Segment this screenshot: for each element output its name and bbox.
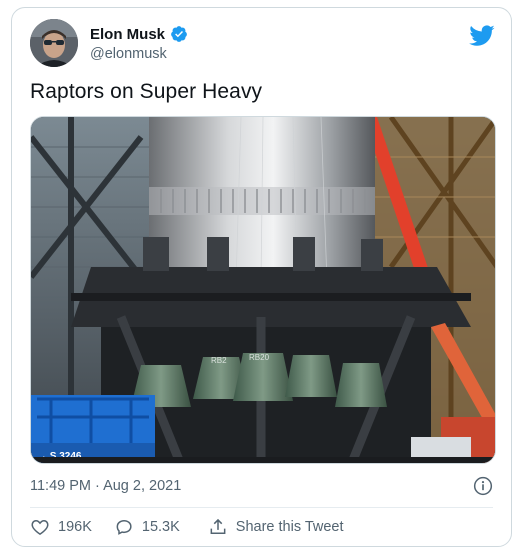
tweet-timestamp[interactable]: 11:49 PM · Aug 2, 2021	[30, 478, 181, 494]
divider	[30, 507, 493, 508]
engine-label: RB2	[211, 356, 227, 365]
info-icon[interactable]	[473, 476, 493, 496]
share-icon	[210, 518, 226, 534]
tweet-card: Elon Musk @elonmusk Raptors on Super Hea…	[11, 7, 512, 547]
heart-icon	[31, 519, 49, 535]
reply-button[interactable]: 15.3K	[114, 517, 180, 537]
like-count: 196K	[58, 519, 92, 535]
tweet-text: Raptors on Super Heavy	[30, 80, 263, 103]
timestamp-row: 11:49 PM · Aug 2, 2021	[30, 475, 493, 497]
engine-label: RB20	[249, 353, 270, 362]
display-name-row: Elon Musk	[90, 25, 188, 43]
reply-bubble-icon	[116, 519, 132, 535]
display-name[interactable]: Elon Musk	[90, 26, 165, 43]
reply-count: 15.3K	[141, 519, 180, 535]
tweet-photo[interactable]: RB2 RB20 → S 3246	[30, 116, 496, 464]
avatar[interactable]	[30, 19, 78, 67]
share-label: Share this Tweet	[235, 519, 344, 535]
author-handle[interactable]: @elonmusk	[90, 46, 188, 62]
tweet-header: Elon Musk @elonmusk	[30, 19, 495, 69]
verified-badge-icon	[171, 26, 187, 42]
share-button[interactable]: Share this Tweet	[208, 517, 344, 537]
like-button[interactable]: 196K	[30, 517, 92, 537]
twitter-bird-icon[interactable]	[469, 25, 495, 47]
tweet-actions: 196K 15.3K Share this Tweet	[30, 514, 366, 540]
author-block: Elon Musk @elonmusk	[90, 25, 188, 62]
rocket-photo: RB2 RB20 → S 3246	[31, 117, 495, 463]
